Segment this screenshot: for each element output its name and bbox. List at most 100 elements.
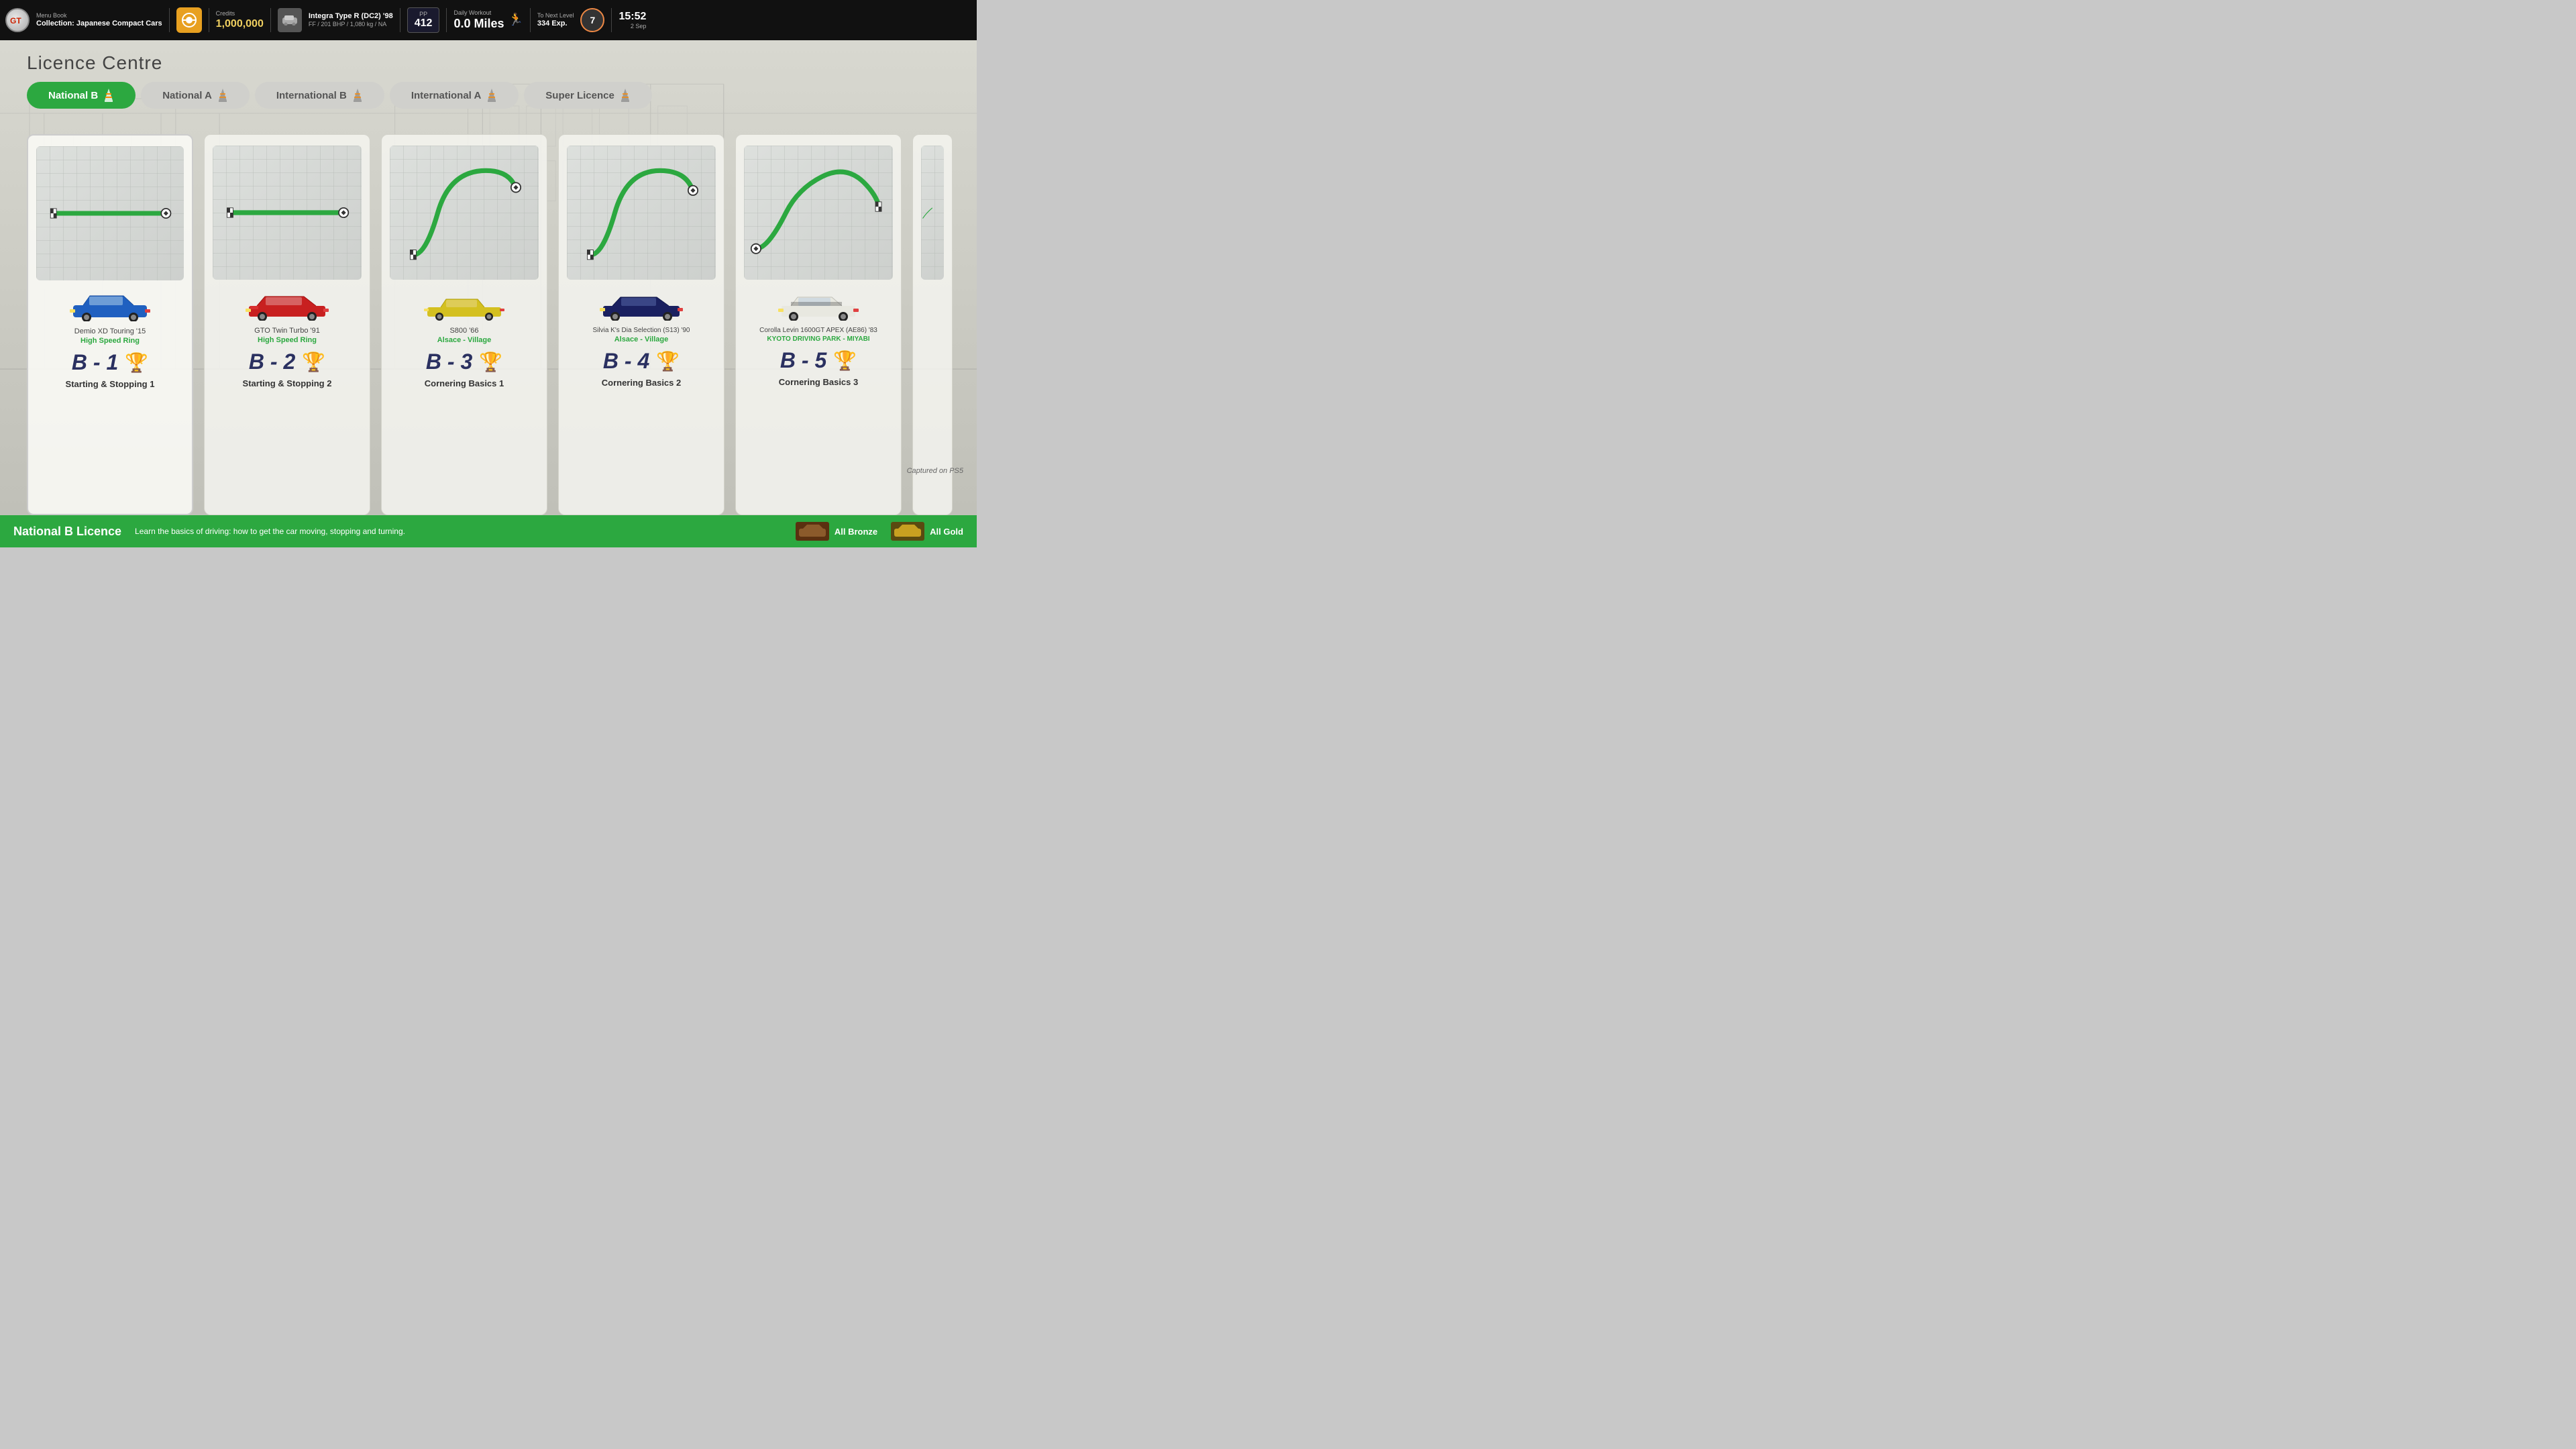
collection-label: Collection: Japanese Compact Cars — [36, 19, 162, 28]
credits-label: Credits — [216, 10, 264, 17]
card-b1[interactable]: Demio XD Touring '15 High Speed Ring B -… — [27, 134, 193, 515]
tab-international-b[interactable]: International B — [255, 82, 384, 109]
all-bronze-section: All Bronze — [796, 522, 877, 541]
card-b2[interactable]: GTO Twin Turbo '91 High Speed Ring B - 2… — [204, 134, 370, 515]
car-b2-svg — [244, 290, 331, 321]
divider-6 — [530, 8, 531, 32]
card-b5-badge: B - 5 🏆 — [780, 348, 857, 373]
card-b2-car-name: GTO Twin Turbo '91 — [254, 327, 320, 335]
track-b5-svg — [744, 146, 893, 280]
tab-super-licence[interactable]: Super Licence — [524, 82, 652, 109]
car-b1-svg — [66, 290, 154, 321]
card-b5-track — [744, 146, 893, 280]
tab-super-licence-label: Super Licence — [545, 90, 614, 101]
card-b3-code: B - 3 — [426, 350, 472, 374]
cone-icon-sl — [620, 89, 631, 102]
card-b1-car-name: Demio XD Touring '15 — [74, 327, 146, 335]
card-b4-track — [567, 146, 716, 280]
car-b5-svg — [775, 290, 862, 321]
card-b2-code: B - 2 — [249, 350, 295, 374]
cone-icon-ia — [486, 89, 497, 102]
credits-value: 1,000,000 — [216, 17, 264, 30]
cards-container: Demio XD Touring '15 High Speed Ring B -… — [27, 134, 977, 515]
card-b5-trophy: 🏆 — [833, 350, 857, 372]
cone-icon-na — [217, 89, 228, 102]
card-b1-track-name: High Speed Ring — [80, 337, 140, 345]
card-b3[interactable]: S800 '66 Alsace - Village B - 3 🏆 Corner… — [381, 134, 547, 515]
track-b3-svg — [390, 146, 539, 280]
car-specs: FF / 201 BHP / 1,080 kg / NA — [309, 21, 393, 28]
bronze-car-icon — [796, 522, 829, 541]
all-gold-label: All Gold — [930, 527, 963, 537]
pp-label: PP — [415, 11, 433, 17]
card-b2-track-name: High Speed Ring — [258, 336, 317, 344]
car-b4-svg — [598, 290, 685, 321]
card-b4-track-name: Alsace - Village — [614, 335, 669, 343]
card-b5[interactable]: Corolla Levin 1600GT APEX (AE86) '83 KYO… — [735, 134, 902, 515]
card-b3-badge: B - 3 🏆 — [426, 350, 502, 374]
page-title: Licence Centre — [27, 52, 162, 74]
card-b2-trophy: 🏆 — [302, 351, 325, 373]
card-b4-trophy: 🏆 — [656, 350, 680, 372]
card-b2-car — [240, 288, 334, 323]
card-b1-track — [36, 146, 184, 280]
workout-label: Daily Workout — [453, 9, 504, 17]
licence-tabs: National B National A International B — [27, 82, 652, 109]
car-name: Integra Type R (DC2) '98 — [309, 12, 393, 21]
time-value: 15:52 — [619, 11, 646, 23]
card-b5-code: B - 5 — [780, 348, 826, 373]
card-b4[interactable]: Silvia K's Dia Selection (S13) '90 Alsac… — [558, 134, 724, 515]
divider-7 — [611, 8, 612, 32]
divider-1 — [169, 8, 170, 32]
gold-car-icon — [891, 522, 924, 541]
card-partial-track — [921, 146, 944, 280]
all-bronze-label: All Bronze — [835, 527, 877, 537]
workout-value: 0.0 Miles — [453, 17, 504, 32]
card-b1-trophy: 🏆 — [125, 352, 148, 374]
pp-badge: PP 412 — [407, 7, 440, 33]
tab-national-a[interactable]: National A — [141, 82, 250, 109]
card-b3-car-name: S800 '66 — [449, 327, 478, 335]
car-info-icon — [278, 8, 302, 32]
card-b1-car — [63, 288, 157, 323]
track-b1-svg — [36, 146, 184, 280]
pp-value: 412 — [415, 17, 433, 30]
card-b1-title: Starting & Stopping 1 — [66, 379, 155, 389]
card-b1-code: B - 1 — [72, 350, 118, 375]
all-gold-section: All Gold — [891, 522, 963, 541]
card-b4-badge: B - 4 🏆 — [603, 349, 680, 374]
tab-national-b-label: National B — [48, 90, 98, 101]
card-b3-trophy: 🏆 — [479, 351, 502, 373]
captured-text: Captured on PS5 — [907, 467, 963, 475]
bottom-bar: National B Licence Learn the basics of d… — [0, 515, 977, 547]
car-section: Integra Type R (DC2) '98 FF / 201 BHP / … — [309, 12, 393, 28]
topbar: GT Menu Book Collection: Japanese Compac… — [0, 0, 977, 40]
card-b3-track-name: Alsace - Village — [437, 336, 492, 344]
divider-5 — [446, 8, 447, 32]
card-b5-track-name: KYOTO DRIVING PARK - MIYABI — [767, 335, 869, 343]
gt-logo: GT — [5, 8, 30, 32]
tab-international-a[interactable]: International A — [390, 82, 519, 109]
card-b4-car-name: Silvia K's Dia Selection (S13) '90 — [593, 327, 690, 334]
card-b5-car — [771, 288, 865, 323]
card-b2-badge: B - 2 🏆 — [249, 350, 325, 374]
time-date: 2 Sep — [619, 23, 646, 30]
collection-icon[interactable] — [176, 7, 202, 33]
divider-3 — [270, 8, 271, 32]
level-badge: 7 — [580, 8, 604, 32]
track-b4-svg — [567, 146, 716, 280]
card-b5-car-name: Corolla Levin 1600GT APEX (AE86) '83 — [759, 327, 877, 334]
car-b3-svg — [421, 290, 508, 321]
next-level-value: 334 Exp. — [537, 19, 574, 28]
time-section: 15:52 2 Sep — [619, 11, 646, 30]
runner-icon: 🏃 — [508, 13, 523, 27]
tab-national-b[interactable]: National B — [27, 82, 136, 109]
svg-text:GT: GT — [10, 16, 21, 25]
next-level-section: To Next Level 334 Exp. — [537, 12, 574, 28]
card-b3-title: Cornering Basics 1 — [425, 378, 504, 388]
track-partial-svg — [921, 146, 944, 280]
card-b2-title: Starting & Stopping 2 — [243, 378, 332, 388]
menu-book-section: Menu Book Collection: Japanese Compact C… — [36, 12, 162, 28]
next-level-label: To Next Level — [537, 12, 574, 19]
card-b4-title: Cornering Basics 2 — [602, 378, 682, 388]
